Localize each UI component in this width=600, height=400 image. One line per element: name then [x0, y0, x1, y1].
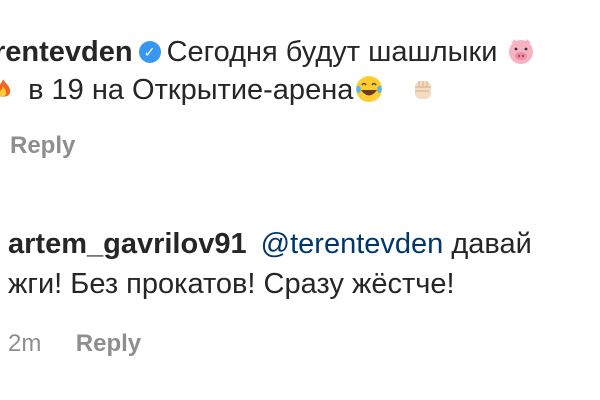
comment-timestamp: 2m: [8, 330, 42, 357]
comment-text: давай: [451, 228, 532, 260]
comment-line-2: жги! Без прокатов! Сразу жёстче!: [8, 264, 455, 304]
tears-of-joy-emoji-icon: [356, 76, 383, 102]
comment-line-2: в 19 на Открытие-арена: [0, 70, 439, 110]
pig-emoji-icon: [509, 39, 534, 64]
comment-username[interactable]: artem_gavrilov91: [8, 228, 247, 260]
comment-text-2: жги! Без прокатов! Сразу жёстче!: [8, 268, 455, 300]
fire-emoji-icon: [0, 79, 11, 97]
raised-fist-emoji-icon: [415, 81, 432, 99]
reply-button[interactable]: Reply: [76, 330, 141, 357]
verified-badge-icon: ✓: [138, 41, 161, 63]
comment-line-1: rentevden ✓ Сегодня будут шашлыки: [0, 32, 537, 72]
comment-line-1: artem_gavrilov91 @terentevden давай: [8, 224, 532, 264]
comment-meta: Reply: [10, 132, 75, 160]
mention-link[interactable]: @terentevden: [261, 228, 444, 260]
comment-text-2: в 19 на Открытие-арена: [28, 74, 354, 106]
reply-button[interactable]: Reply: [10, 132, 75, 159]
comment-text: Сегодня будут шашлыки: [166, 36, 498, 68]
comment-username[interactable]: rentevden: [0, 36, 133, 68]
comment-meta: 2m Reply: [8, 330, 141, 358]
